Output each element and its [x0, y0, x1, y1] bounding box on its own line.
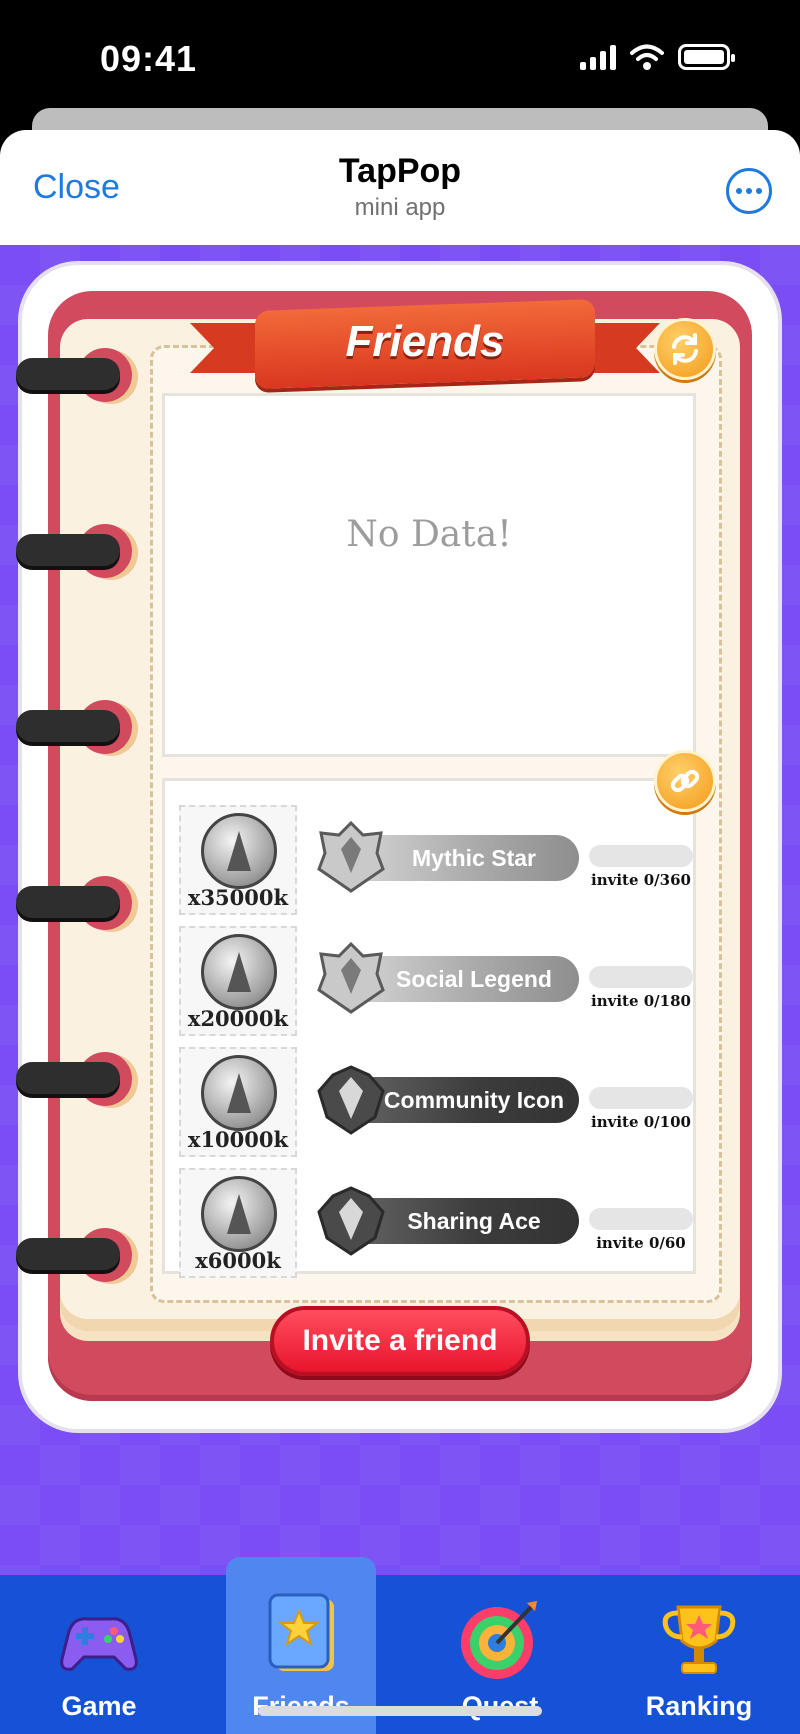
refresh-button[interactable]: [654, 318, 716, 380]
coin-amount: x20000k: [187, 1006, 289, 1031]
nav-label: Game: [61, 1691, 137, 1721]
notebook-ring: [16, 876, 132, 930]
reward-row: x20000k Social Legend invite 0/180: [179, 926, 693, 1036]
notebook-ring: [16, 1052, 132, 1106]
silver-coin-icon: [201, 1176, 277, 1252]
silver-coin-icon: [201, 934, 277, 1010]
notebook-ring: [16, 1228, 132, 1282]
invite-count: invite 0/100: [591, 1113, 691, 1131]
invite-friend-button[interactable]: Invite a friend: [270, 1306, 530, 1376]
mini-app-header: Close TapPop mini app: [0, 130, 800, 245]
silver-coin-icon: [201, 813, 277, 889]
invite-count: invite 0/60: [596, 1234, 686, 1252]
panel-title: Friends: [345, 317, 505, 366]
invite-count: invite 0/360: [591, 871, 691, 889]
more-options-button[interactable]: [726, 168, 772, 214]
cellular-signal-icon: [580, 44, 616, 70]
invite-progress-bar: [589, 1087, 693, 1109]
app-title: TapPop: [338, 152, 462, 190]
reward-row: x10000k Community Icon invite 0/100: [179, 1047, 693, 1157]
rewards-panel: x35000k Mythic Star invite 0/360 x20000k…: [162, 778, 696, 1278]
notebook-ring: [16, 700, 132, 754]
notebook-ring: [16, 348, 132, 402]
home-indicator: [258, 1706, 542, 1716]
coin-amount: x10000k: [187, 1127, 289, 1152]
nav-item-game[interactable]: Game: [24, 1575, 174, 1734]
status-bar: 09:41: [0, 0, 800, 118]
status-time: 09:41: [100, 38, 198, 79]
coin-reward: x10000k: [179, 1047, 297, 1157]
reward-row: x6000k Sharing Ace invite 0/60: [179, 1168, 693, 1278]
silver-coin-icon: [201, 1055, 277, 1131]
rank-badge-icon: [317, 820, 385, 893]
rank-badge-icon: [317, 1186, 385, 1256]
invite-progress-bar: [589, 1208, 693, 1230]
gamepad-icon: [60, 1617, 138, 1671]
coin-reward: x20000k: [179, 926, 297, 1036]
empty-state-text: No Data!: [346, 514, 512, 555]
nav-label: Ranking: [645, 1691, 753, 1721]
app-subtitle: mini app: [354, 194, 446, 221]
battery-icon: [678, 44, 735, 70]
status-icons: [580, 44, 735, 70]
dartboard-icon: [461, 1601, 537, 1679]
refresh-icon: [672, 333, 698, 365]
friends-list-panel: No Data!: [162, 393, 696, 757]
reward-row: x35000k Mythic Star invite 0/360: [179, 805, 693, 915]
coin-amount: x35000k: [187, 885, 289, 910]
invite-progress-bar: [589, 845, 693, 867]
rank-badge-icon: [317, 1065, 385, 1135]
rank-badge-icon: [317, 941, 385, 1014]
nav-item-ranking[interactable]: Ranking: [624, 1575, 774, 1734]
wifi-icon: [630, 44, 664, 70]
invite-count: invite 0/180: [591, 992, 691, 1010]
friends-banner: Friends: [190, 299, 660, 389]
coin-amount: x6000k: [195, 1248, 281, 1273]
coin-reward: x6000k: [179, 1168, 297, 1278]
trophy-icon: [662, 1605, 736, 1674]
link-icon: [670, 769, 700, 793]
copy-link-button[interactable]: [654, 750, 716, 812]
coin-reward: x35000k: [179, 805, 297, 915]
notebook-ring: [16, 524, 132, 578]
invite-progress-bar: [589, 966, 693, 988]
friends-book-icon: [268, 1593, 334, 1671]
